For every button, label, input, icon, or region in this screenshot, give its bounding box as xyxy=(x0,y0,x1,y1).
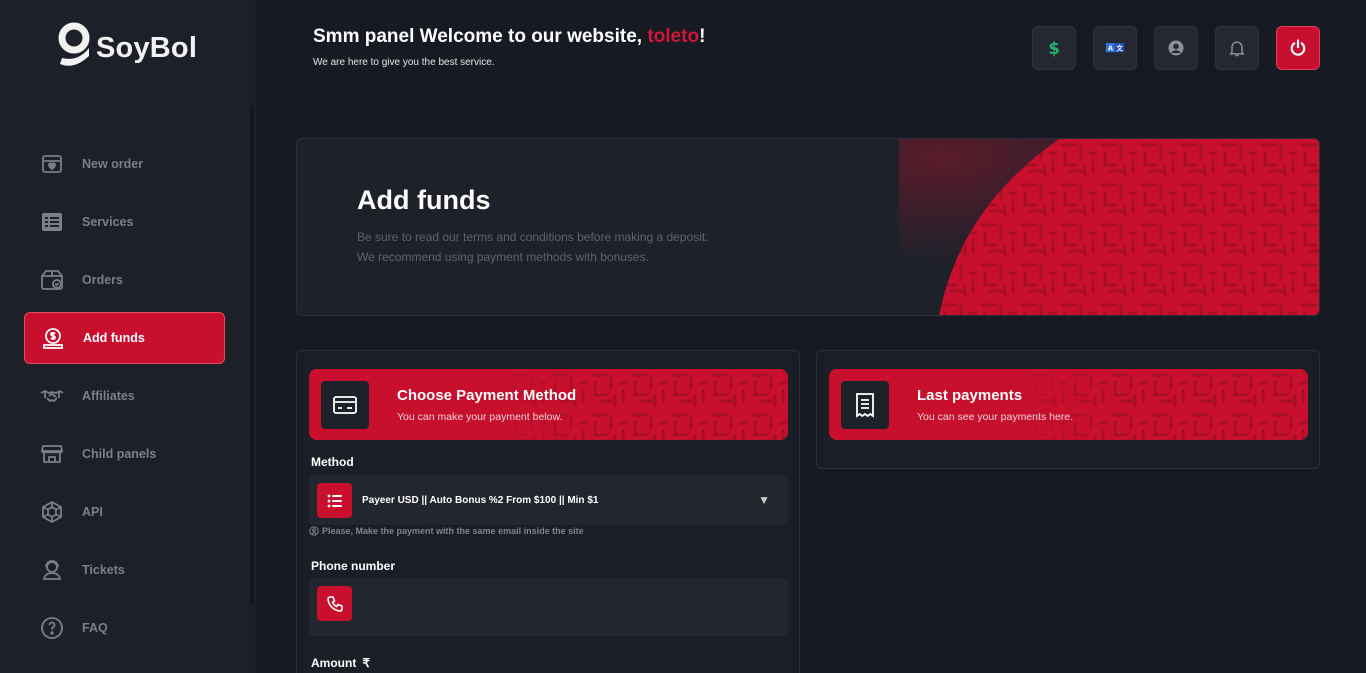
dollar-icon: $ xyxy=(1048,39,1060,58)
info-user-icon xyxy=(309,526,319,536)
sidebar-item-label: Orders xyxy=(82,273,123,287)
logo-text: SoyBol xyxy=(96,31,198,64)
question-icon xyxy=(40,616,64,640)
amount-label: Amount ₹ xyxy=(311,656,370,670)
support-icon xyxy=(40,558,64,582)
sidebar-item-tickets[interactable]: Tickets xyxy=(24,544,225,596)
sidebar-scrollbar[interactable] xyxy=(250,105,254,605)
banner-subtitle: Be sure to read our terms and conditions… xyxy=(357,227,709,267)
add-funds-banner: Add funds Be sure to read our terms and … xyxy=(296,138,1320,316)
list-icon xyxy=(327,494,342,507)
method-select[interactable]: Payeer USD || Auto Bonus %2 From $100 ||… xyxy=(309,475,788,525)
welcome-header: Smm panel Welcome to our website, toleto… xyxy=(313,26,705,68)
sidebar-item-label: Tickets xyxy=(82,563,125,577)
sidebar: SoyBol New order Services Orders Add fun… xyxy=(0,0,255,673)
sidebar-item-affiliates[interactable]: Affiliates xyxy=(24,370,225,422)
payment-card-header: Choose Payment Method You can make your … xyxy=(309,369,788,440)
payment-method-card: Choose Payment Method You can make your … xyxy=(296,350,800,673)
welcome-subtitle: We are here to give you the best service… xyxy=(313,57,495,68)
payment-card-title: Choose Payment Method xyxy=(397,387,577,404)
phone-icon xyxy=(326,595,343,612)
last-payments-subtitle: You can see your payments here. xyxy=(917,411,1074,423)
services-list-icon xyxy=(40,210,64,234)
banner-title: Add funds xyxy=(357,185,491,215)
sidebar-item-label: Affiliates xyxy=(82,389,135,403)
logo-mark-icon xyxy=(58,22,90,66)
api-icon xyxy=(40,500,64,524)
svg-text:文: 文 xyxy=(1116,44,1123,53)
phone-label: Phone number xyxy=(311,559,396,573)
sidebar-item-label: API xyxy=(82,505,103,519)
banner-decoration xyxy=(899,139,1319,315)
receipt-icon xyxy=(856,393,874,418)
balance-button[interactable]: $ xyxy=(1032,26,1076,70)
header-actions: $ A文 xyxy=(1032,26,1320,70)
method-selected-value: Payeer USD || Auto Bonus %2 From $100 ||… xyxy=(362,495,599,506)
last-payments-title: Last payments xyxy=(917,387,1023,404)
sidebar-item-label: Add funds xyxy=(83,331,145,345)
sidebar-item-child-panels[interactable]: Child panels xyxy=(24,428,225,480)
welcome-suffix: ! xyxy=(699,26,706,47)
sidebar-item-label: Services xyxy=(82,215,134,229)
logo[interactable]: SoyBol xyxy=(56,20,197,76)
credit-card-icon xyxy=(333,396,357,414)
power-icon xyxy=(1290,39,1306,56)
last-payments-icon-box xyxy=(841,381,889,429)
payment-note-text: Please, Make the payment with the same e… xyxy=(322,526,584,536)
payment-note: Please, Make the payment with the same e… xyxy=(309,526,584,536)
chevron-down-icon: ▼ xyxy=(758,493,770,507)
language-button[interactable]: A文 xyxy=(1093,26,1137,70)
sidebar-item-new-order[interactable]: New order xyxy=(24,138,225,190)
payment-card-icon-box xyxy=(321,381,369,429)
phone-input[interactable] xyxy=(309,578,788,636)
username: toleto xyxy=(647,26,700,47)
welcome-title: Smm panel Welcome to our website, toleto… xyxy=(313,26,705,48)
logout-button[interactable] xyxy=(1276,26,1320,70)
new-order-icon xyxy=(40,152,64,176)
header-pattern xyxy=(309,369,788,440)
translate-icon: A文 xyxy=(1105,43,1125,53)
banner-line-2: We recommend using payment methods with … xyxy=(357,250,649,264)
sidebar-item-label: Child panels xyxy=(82,447,157,461)
header-pattern xyxy=(829,369,1308,440)
welcome-prefix: Smm panel Welcome to our website, xyxy=(313,26,648,47)
sidebar-item-orders[interactable]: Orders xyxy=(24,254,225,306)
account-button[interactable] xyxy=(1154,26,1198,70)
add-funds-icon xyxy=(41,326,65,350)
sidebar-item-label: New order xyxy=(82,157,144,171)
orders-box-icon xyxy=(40,268,64,292)
sidebar-item-label: FAQ xyxy=(82,621,108,635)
bell-icon xyxy=(1229,41,1245,57)
last-payments-header[interactable]: Last payments You can see your payments … xyxy=(829,369,1308,440)
currency-symbol: ₹ xyxy=(362,656,370,670)
svg-text:$: $ xyxy=(1048,39,1060,58)
sidebar-item-add-funds[interactable]: Add funds xyxy=(24,312,225,364)
user-icon xyxy=(1168,40,1184,56)
amount-label-text: Amount xyxy=(311,656,357,670)
sidebar-item-services[interactable]: Services xyxy=(24,196,225,248)
last-payments-card: Last payments You can see your payments … xyxy=(816,350,1320,469)
svg-text:A: A xyxy=(1108,45,1114,53)
handshake-icon xyxy=(40,384,64,408)
phone-icon-box xyxy=(317,586,352,621)
payment-card-subtitle: You can make your payment below. xyxy=(397,411,563,423)
notifications-button[interactable] xyxy=(1215,26,1259,70)
sidebar-item-api[interactable]: API xyxy=(24,486,225,538)
method-icon-box xyxy=(317,483,352,518)
sidebar-item-faq[interactable]: FAQ xyxy=(24,602,225,654)
banner-line-1: Be sure to read our terms and conditions… xyxy=(357,230,709,244)
sidebar-nav: New order Services Orders Add funds Affi… xyxy=(24,138,225,660)
store-icon xyxy=(40,442,64,466)
method-label: Method xyxy=(311,455,354,469)
